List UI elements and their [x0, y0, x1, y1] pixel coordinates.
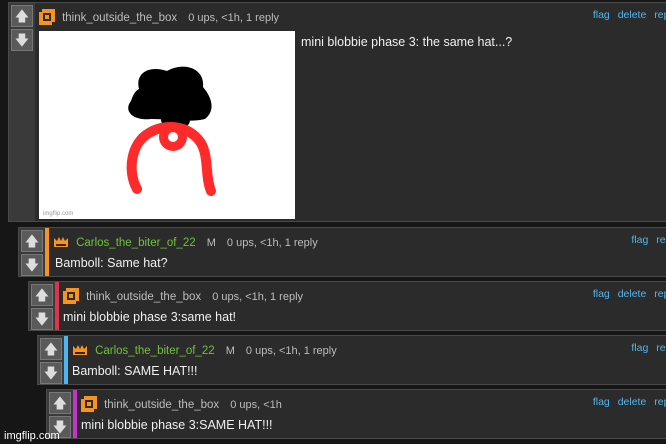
vote-column: 🡅 🡇 — [9, 3, 35, 221]
comment-meta: Carlos_the_biter_of_22 M 0 ups, <1h, 1 r… — [53, 234, 318, 250]
delete-link[interactable]: delete — [618, 9, 647, 21]
comment-stats: 0 ups, <1h — [230, 399, 282, 411]
comment-1: 🡅 🡇 Carlos_the_biter_of_22 M 0 ups, <1h,… — [18, 227, 666, 277]
vote-column: 🡅 🡇 — [38, 336, 64, 384]
upvote-button[interactable]: 🡅 — [49, 392, 71, 414]
comment-actions: flag delete reply — [588, 9, 666, 21]
crown-badge-icon — [53, 234, 69, 250]
flag-link[interactable]: flag — [593, 9, 610, 21]
comment-2: 🡅 🡇 think_outside_the_box 0 ups, <1h, 1 … — [28, 281, 666, 331]
username-link[interactable]: think_outside_the_box — [62, 12, 177, 24]
reply-link[interactable]: reply — [656, 234, 666, 246]
flag-link[interactable]: flag — [593, 396, 610, 408]
delete-link[interactable]: delete — [618, 396, 647, 408]
comment-actions: flag delete reply — [588, 288, 666, 300]
comment-text: mini blobbie phase 3:SAME HAT!!! — [81, 418, 273, 432]
thread-stripe — [73, 390, 77, 438]
upvote-button[interactable]: 🡅 — [11, 5, 33, 27]
thread-stripe — [55, 282, 59, 330]
downvote-button[interactable]: 🡇 — [31, 308, 53, 330]
orange-pixel-badge-icon — [81, 396, 97, 412]
comment-actions: flag reply — [626, 342, 666, 354]
vote-column: 🡅 🡇 — [29, 282, 55, 330]
flag-link[interactable]: flag — [631, 234, 648, 246]
comment-text: Bamboll: Same hat? — [55, 256, 168, 270]
thread-stripe — [45, 228, 49, 276]
downvote-button[interactable]: 🡇 — [21, 254, 43, 276]
username-link[interactable]: Carlos_the_biter_of_22 — [76, 237, 196, 249]
reply-link[interactable]: reply — [654, 288, 666, 300]
comment-stats: 0 ups, <1h, 1 reply — [226, 237, 318, 249]
comment-meta: think_outside_the_box 0 ups, <1h — [81, 396, 282, 412]
upvote-button[interactable]: 🡅 — [21, 230, 43, 252]
flag-link[interactable]: flag — [631, 342, 648, 354]
vote-column: 🡅 🡇 — [19, 228, 45, 276]
flag-link[interactable]: flag — [593, 288, 610, 300]
delete-link[interactable]: delete — [618, 288, 647, 300]
upvote-button[interactable]: 🡅 — [40, 338, 62, 360]
username-link[interactable]: think_outside_the_box — [104, 399, 219, 411]
orange-pixel-badge-icon — [39, 9, 55, 25]
reply-link[interactable]: reply — [656, 342, 666, 354]
comment-0: 🡅 🡇 think_outside_the_box 0 ups, <1h, 1 … — [8, 2, 666, 222]
thread-stripe — [64, 336, 68, 384]
comment-stats: 0 ups, <1h, 1 reply — [188, 12, 280, 24]
comment-text: mini blobbie phase 3:same hat! — [63, 310, 237, 324]
comment-image: imgflip.com — [39, 31, 295, 219]
orange-pixel-badge-icon — [63, 288, 79, 304]
downvote-button[interactable]: 🡇 — [40, 362, 62, 384]
comment-actions: flag delete reply — [588, 396, 666, 408]
downvote-button[interactable]: 🡇 — [11, 29, 33, 51]
imgflip-watermark: imgflip.com — [4, 430, 60, 442]
comment-meta: Carlos_the_biter_of_22 M 0 ups, <1h, 1 r… — [72, 342, 337, 358]
comment-stats: 0 ups, <1h, 1 reply — [212, 291, 304, 303]
upvote-button[interactable]: 🡅 — [31, 284, 53, 306]
reply-link[interactable]: reply — [654, 396, 666, 408]
comment-meta: think_outside_the_box 0 ups, <1h, 1 repl… — [39, 9, 279, 25]
image-credit: imgflip.com — [43, 211, 74, 217]
comment-text: mini blobbie phase 3: the same hat...? — [301, 35, 513, 49]
comment-stats: 0 ups, <1h, 1 reply — [245, 345, 337, 357]
comment-actions: flag reply — [626, 234, 666, 246]
comment-meta: think_outside_the_box 0 ups, <1h, 1 repl… — [63, 288, 303, 304]
comment-4: 🡅 🡇 think_outside_the_box 0 ups, <1h fla… — [46, 389, 666, 439]
username-link[interactable]: Carlos_the_biter_of_22 — [95, 345, 215, 357]
moderator-badge: M — [225, 345, 235, 357]
crown-badge-icon — [72, 342, 88, 358]
reply-link[interactable]: reply — [654, 9, 666, 21]
comment-text: Bamboll: SAME HAT!!! — [72, 364, 198, 378]
comment-3: 🡅 🡇 Carlos_the_biter_of_22 M 0 ups, <1h,… — [37, 335, 666, 385]
moderator-badge: M — [206, 237, 216, 249]
username-link[interactable]: think_outside_the_box — [86, 291, 201, 303]
